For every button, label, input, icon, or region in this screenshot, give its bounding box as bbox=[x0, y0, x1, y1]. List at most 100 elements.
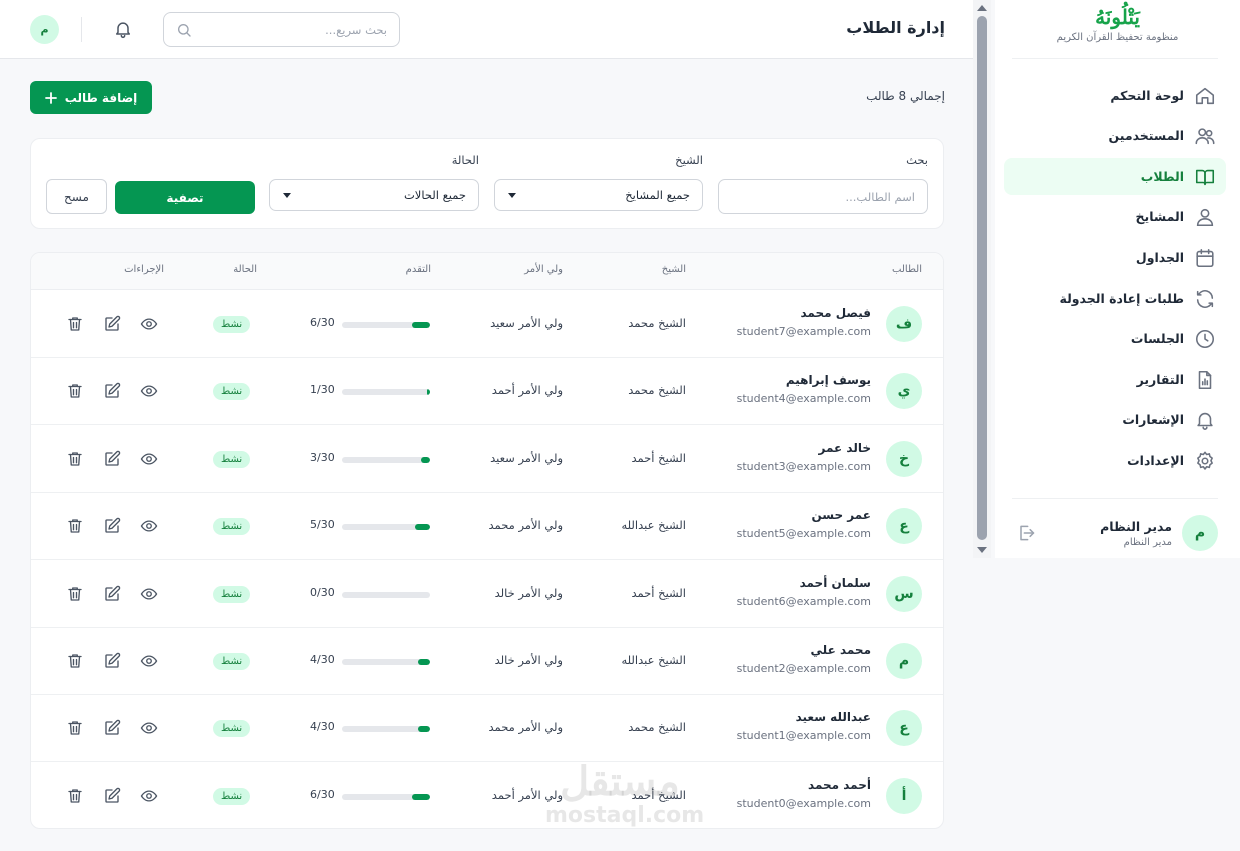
student-email: student2@example.com bbox=[736, 662, 871, 675]
scroll-thumb[interactable] bbox=[977, 16, 987, 540]
edit-pencil-icon[interactable] bbox=[103, 652, 121, 670]
sidebar: يَتْلُونَهُ منظومة تحفيظ القرآن الكريم ل… bbox=[995, 0, 1240, 558]
column-header-sheikh: الشيخ bbox=[661, 264, 686, 275]
delete-trash-icon[interactable] bbox=[66, 585, 84, 603]
user-avatar[interactable]: م bbox=[30, 15, 59, 44]
scroll-up-arrow-icon[interactable] bbox=[977, 5, 987, 11]
edit-pencil-icon[interactable] bbox=[103, 315, 121, 333]
sidebar-item-label: الجلسات bbox=[1130, 331, 1184, 346]
student-sheikh: الشيخ أحمد bbox=[631, 585, 687, 600]
column-header-progress: التقدم bbox=[405, 264, 431, 275]
page-scrollbar[interactable] bbox=[973, 0, 991, 558]
student-email: student7@example.com bbox=[736, 325, 871, 338]
sidebar-item-students[interactable]: الطلاب bbox=[1004, 158, 1226, 195]
clear-filter-button[interactable]: مسح bbox=[46, 179, 107, 214]
table-row: ع عبدالله سعيد student1@example.com الشي… bbox=[31, 695, 943, 763]
progress-bar bbox=[342, 591, 430, 598]
student-email: student3@example.com bbox=[736, 459, 871, 473]
sheikh-select[interactable]: جميع المشايخ bbox=[494, 179, 703, 211]
student-guardian: ولي الأمر خالد bbox=[494, 653, 563, 667]
progress-bar-fill bbox=[418, 659, 430, 665]
progress-bar-fill bbox=[421, 456, 430, 463]
sidebar-item-schedules[interactable]: الجداول bbox=[1004, 239, 1226, 276]
edit-pencil-icon[interactable] bbox=[103, 382, 121, 400]
sidebar-item-users[interactable]: المستخدمين bbox=[1004, 117, 1226, 154]
edit-pencil-icon[interactable] bbox=[103, 787, 121, 805]
student-avatar: أ bbox=[886, 777, 922, 814]
student-name-search-input[interactable] bbox=[718, 179, 928, 214]
column-header-status: الحالة bbox=[233, 264, 257, 275]
student-email: student5@example.com bbox=[736, 527, 871, 541]
quick-search-box[interactable] bbox=[163, 12, 400, 47]
progress-bar bbox=[342, 322, 430, 328]
apply-filter-button[interactable]: تصفية bbox=[115, 181, 255, 214]
search-icon bbox=[176, 22, 192, 38]
student-avatar: ي bbox=[886, 373, 922, 410]
student-avatar: م bbox=[886, 643, 922, 679]
student-name: عمر حسن bbox=[811, 508, 871, 523]
home-icon bbox=[1194, 85, 1216, 107]
chevron-down-icon bbox=[507, 190, 517, 200]
delete-trash-icon[interactable] bbox=[66, 719, 84, 737]
sidebar-item-notifications[interactable]: الإشعارات bbox=[1004, 401, 1226, 438]
student-email: student6@example.com bbox=[736, 594, 871, 608]
sidebar-item-sessions[interactable]: الجلسات bbox=[1004, 320, 1226, 357]
view-eye-icon[interactable] bbox=[140, 382, 158, 400]
view-eye-icon[interactable] bbox=[140, 517, 158, 535]
student-sheikh: الشيخ عبدالله bbox=[621, 653, 686, 667]
brand-name: يَتْلُونَهُ bbox=[1095, 5, 1140, 29]
view-eye-icon[interactable] bbox=[140, 315, 158, 333]
progress-bar-fill bbox=[427, 389, 430, 396]
edit-pencil-icon[interactable] bbox=[103, 585, 121, 603]
progress-count: 4/30 bbox=[310, 720, 335, 734]
view-eye-icon[interactable] bbox=[140, 719, 158, 737]
progress-count: 1/30 bbox=[310, 383, 335, 397]
view-eye-icon[interactable] bbox=[140, 652, 158, 670]
student-name: خالد عمر bbox=[818, 440, 871, 455]
sidebar-divider bbox=[1012, 58, 1218, 59]
notifications-bell-icon[interactable] bbox=[113, 18, 133, 40]
brand-subtitle: منظومة تحفيظ القرآن الكريم bbox=[1056, 32, 1179, 43]
bell-icon bbox=[1194, 409, 1216, 431]
progress-bar bbox=[342, 793, 430, 800]
quick-search-input[interactable] bbox=[198, 22, 387, 37]
sidebar-item-dashboard[interactable]: لوحة التحكم bbox=[1004, 77, 1226, 114]
view-eye-icon[interactable] bbox=[140, 450, 158, 468]
scroll-down-arrow-icon[interactable] bbox=[977, 547, 987, 553]
delete-trash-icon[interactable] bbox=[66, 787, 84, 805]
sidebar-item-reports[interactable]: التقارير bbox=[1004, 361, 1226, 398]
sidebar-item-sheikhs[interactable]: المشايخ bbox=[1004, 198, 1226, 235]
sidebar-item-label: الطلاب bbox=[1140, 169, 1184, 184]
view-eye-icon[interactable] bbox=[140, 585, 158, 603]
column-header-guardian: ولي الأمر bbox=[524, 264, 563, 275]
delete-trash-icon[interactable] bbox=[66, 315, 84, 333]
table-row: س سلمان أحمد student6@example.com الشيخ … bbox=[31, 561, 943, 628]
status-select[interactable]: جميع الحالات bbox=[269, 179, 479, 211]
progress-count: 6/30 bbox=[310, 316, 335, 329]
logout-icon[interactable] bbox=[1016, 523, 1036, 543]
delete-trash-icon[interactable] bbox=[66, 517, 84, 535]
student-avatar: ع bbox=[886, 508, 922, 545]
student-sheikh: الشيخ محمد bbox=[628, 720, 686, 735]
status-badge: نشط bbox=[213, 383, 251, 401]
profile-text: مدير النظام مدير النظام bbox=[1100, 519, 1172, 548]
student-guardian: ولي الأمر سعيد bbox=[490, 316, 563, 330]
delete-trash-icon[interactable] bbox=[66, 652, 84, 670]
edit-pencil-icon[interactable] bbox=[103, 719, 121, 737]
delete-trash-icon[interactable] bbox=[66, 382, 84, 400]
edit-pencil-icon[interactable] bbox=[103, 517, 121, 535]
sidebar-item-label: الإشعارات bbox=[1122, 412, 1184, 427]
student-name: سلمان أحمد bbox=[799, 575, 871, 590]
sidebar-item-label: المشايخ bbox=[1135, 209, 1184, 224]
progress-bar bbox=[342, 456, 430, 463]
edit-pencil-icon[interactable] bbox=[103, 450, 121, 468]
progress-count: 3/30 bbox=[310, 450, 335, 464]
chevron-down-icon bbox=[282, 190, 292, 200]
sidebar-item-reschedule-requests[interactable]: طلبات إعادة الجدولة bbox=[1004, 280, 1226, 317]
sidebar-item-settings[interactable]: الإعدادات bbox=[1004, 442, 1226, 479]
progress-bar-fill bbox=[412, 793, 430, 800]
view-eye-icon[interactable] bbox=[140, 787, 158, 805]
student-guardian: ولي الأمر خالد bbox=[494, 585, 563, 600]
add-student-button[interactable]: إضافة طالب bbox=[30, 81, 152, 114]
delete-trash-icon[interactable] bbox=[66, 450, 84, 468]
